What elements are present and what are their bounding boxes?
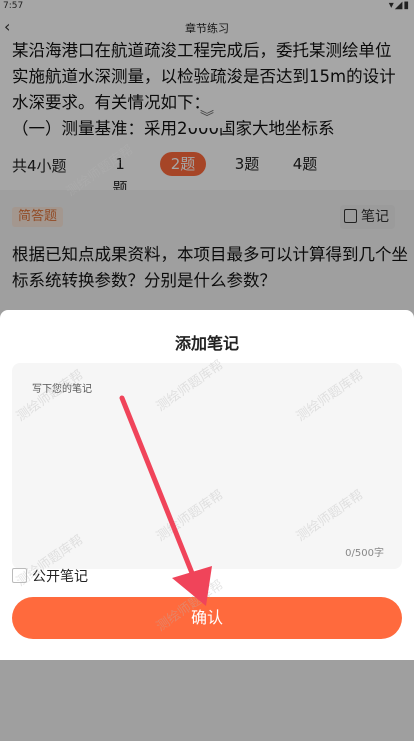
add-note-sheet: 添加笔记 0/500字 公开笔记 确认	[0, 310, 414, 660]
char-counter: 0/500字	[345, 548, 384, 559]
public-note-label: 公开笔记	[32, 569, 88, 585]
note-box: 0/500字	[12, 363, 402, 569]
confirm-button[interactable]: 确认	[12, 597, 402, 639]
public-note-toggle[interactable]: 公开笔记	[12, 568, 88, 586]
checkbox-icon[interactable]	[12, 568, 27, 583]
note-textarea[interactable]	[32, 380, 392, 530]
sheet-title: 添加笔记	[174, 334, 239, 353]
